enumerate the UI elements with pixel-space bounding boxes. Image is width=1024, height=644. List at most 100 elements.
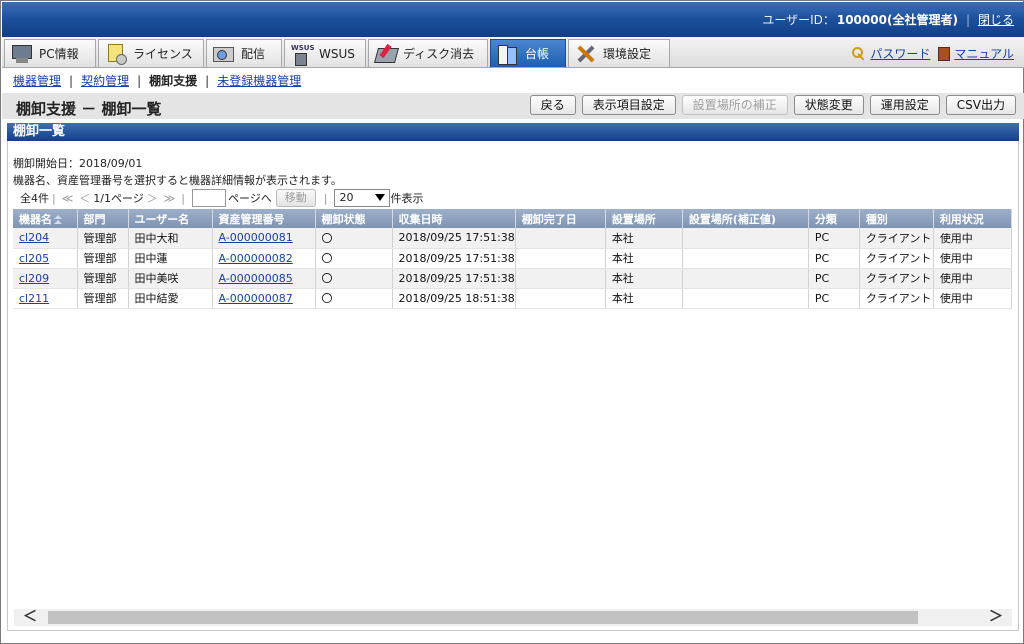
cell-usage: 使用中 (933, 268, 1012, 289)
cell-usage: 使用中 (933, 228, 1012, 249)
column-header[interactable]: ユーザー名 (128, 209, 213, 228)
first-page-link[interactable]: ≪ (62, 192, 74, 205)
cell-done (515, 268, 606, 289)
cell-location-fixed (682, 248, 809, 269)
tab-distribution[interactable]: 配信 (206, 39, 282, 67)
tab-label: PC情報 (39, 47, 79, 61)
page-number-input[interactable] (191, 189, 226, 207)
column-header[interactable]: 部門 (77, 209, 129, 228)
total-count: 全4件 (20, 192, 49, 205)
column-header[interactable]: 設置場所 (605, 209, 683, 228)
page-title: 棚卸支援 － 棚卸一覧 (16, 100, 162, 118)
tab-label: ライセンス (133, 47, 193, 61)
per-page-suffix: 件表示 (390, 192, 424, 205)
password-link[interactable]: パスワード (870, 45, 930, 62)
cell-location: 本社 (605, 288, 683, 309)
tab-disk-erase[interactable]: ディスク消去 (368, 39, 488, 67)
column-header[interactable]: 種別 (859, 209, 934, 228)
device-name-link[interactable]: cl205 (19, 252, 49, 265)
column-header[interactable]: 収集日時 (392, 209, 516, 228)
scroll-right-button[interactable]: ＞ (986, 609, 1006, 626)
tab-pc-info[interactable]: PC情報 (4, 39, 96, 67)
operation-settings-button[interactable]: 運用設定 (869, 95, 940, 115)
asset-number-link[interactable]: A-000000081 (219, 231, 293, 244)
prev-page-link[interactable]: ＜ (79, 190, 90, 206)
top-links: パスワード マニュアル (852, 45, 1014, 62)
change-status-button[interactable]: 状態変更 (793, 95, 864, 115)
distribution-icon (213, 44, 235, 64)
separator: | (181, 191, 185, 205)
table-row: cl204 管理部 田中大和 A-000000081 〇 2018/09/25 … (13, 228, 1012, 249)
tab-ledger[interactable]: 台帳 (490, 39, 566, 67)
cell-location: 本社 (605, 228, 683, 249)
page-suffix: ページへ (227, 192, 272, 205)
column-header[interactable]: 機器名 (13, 209, 78, 228)
tab-license[interactable]: ライセンス (98, 39, 204, 67)
column-header[interactable]: 利用状況 (933, 209, 1012, 228)
column-header[interactable]: 資産管理番号 (212, 209, 316, 228)
separator: | (205, 73, 210, 88)
cell-location-fixed (682, 228, 809, 249)
csv-export-button[interactable]: CSV出力 (945, 95, 1016, 115)
subnav-contract-management[interactable]: 契約管理 (81, 72, 129, 89)
license-icon (105, 43, 127, 65)
horizontal-scrollbar[interactable]: ＜ ＞ (14, 609, 1012, 626)
tab-label: 配信 (241, 47, 266, 61)
table-header-row: 機器名 部門 ユーザー名 資産管理番号 棚卸状態 収集日時 棚卸完了日 設置場所… (13, 209, 1012, 228)
separator: | (137, 73, 142, 88)
separator: | (965, 12, 970, 27)
cell-location: 本社 (605, 248, 683, 269)
tab-wsus[interactable]: WSUS WSUS (284, 39, 366, 67)
user-id-label: ユーザーID： (762, 13, 835, 27)
per-page-select[interactable]: 20 (334, 189, 391, 207)
close-link[interactable]: 閉じる (978, 11, 1014, 28)
move-button[interactable]: 移動 (275, 189, 316, 207)
location-correction-button[interactable]: 設置場所の補正 (681, 95, 788, 115)
cell-status: 〇 (315, 228, 393, 249)
title-bar: 棚卸支援 － 棚卸一覧 戻る 表示項目設定 設置場所の補正 状態変更 運用設定 … (2, 93, 1024, 119)
table-row: cl205 管理部 田中蓮 A-000000082 〇 2018/09/25 1… (13, 248, 1012, 269)
cell-dept: 管理部 (77, 268, 129, 289)
cell-type: クライアント (859, 268, 934, 289)
scroll-left-button[interactable]: ＜ (20, 609, 40, 626)
tab-label: WSUS (319, 46, 355, 61)
column-header[interactable]: 棚卸完了日 (515, 209, 606, 228)
device-name-link[interactable]: cl211 (19, 292, 49, 305)
separator: | (69, 73, 74, 88)
column-header[interactable]: 設置場所(補正値) (682, 209, 809, 228)
column-header[interactable]: 分類 (808, 209, 860, 228)
hint-text: 機器名、資産管理番号を選択すると機器詳細情報が表示されます。 (13, 174, 342, 187)
back-button[interactable]: 戻る (529, 95, 576, 115)
device-name-link[interactable]: cl209 (19, 272, 49, 285)
cell-status: 〇 (315, 288, 393, 309)
page-info: 1/1ページ (93, 192, 144, 205)
last-page-link[interactable]: ≫ (164, 192, 176, 205)
ledger-icon (497, 44, 519, 65)
cell-category: PC (808, 268, 860, 289)
cell-status: 〇 (315, 268, 393, 289)
subnav-unregistered-devices[interactable]: 未登録機器管理 (217, 72, 301, 89)
device-name-link[interactable]: cl204 (19, 231, 49, 244)
column-header[interactable]: 棚卸状態 (315, 209, 393, 228)
cell-user: 田中蓮 (128, 248, 213, 269)
tab-label: 台帳 (525, 47, 550, 61)
asset-number-link[interactable]: A-000000082 (219, 252, 293, 265)
display-settings-button[interactable]: 表示項目設定 (581, 95, 676, 115)
content-panel: 棚卸開始日：2018/09/01 機器名、資産管理番号を選択すると機器詳細情報が… (7, 141, 1019, 631)
cell-collected: 2018/09/25 17:51:38 (392, 248, 516, 269)
next-page-link[interactable]: ＞ (147, 190, 158, 206)
scrollbar-thumb[interactable] (48, 611, 918, 624)
cell-done (515, 248, 606, 269)
main-menu: PC情報 ライセンス 配信 WSUS WSUS ディスク消去 台帳 環境設定 パ… (2, 37, 1024, 68)
asset-number-link[interactable]: A-000000085 (219, 272, 293, 285)
manual-link[interactable]: マニュアル (954, 45, 1014, 62)
asset-number-link[interactable]: A-000000087 (219, 292, 293, 305)
tab-settings[interactable]: 環境設定 (568, 39, 670, 67)
user-info: ユーザーID： 100000(全社管理者) | 閉じる (762, 11, 1014, 28)
cell-done (515, 288, 606, 309)
cell-user: 田中美咲 (128, 268, 213, 289)
subnav-device-management[interactable]: 機器管理 (13, 72, 61, 89)
cell-user: 田中大和 (128, 228, 213, 249)
cell-dept: 管理部 (77, 288, 129, 309)
table-row: cl209 管理部 田中美咲 A-000000085 〇 2018/09/25 … (13, 268, 1012, 289)
